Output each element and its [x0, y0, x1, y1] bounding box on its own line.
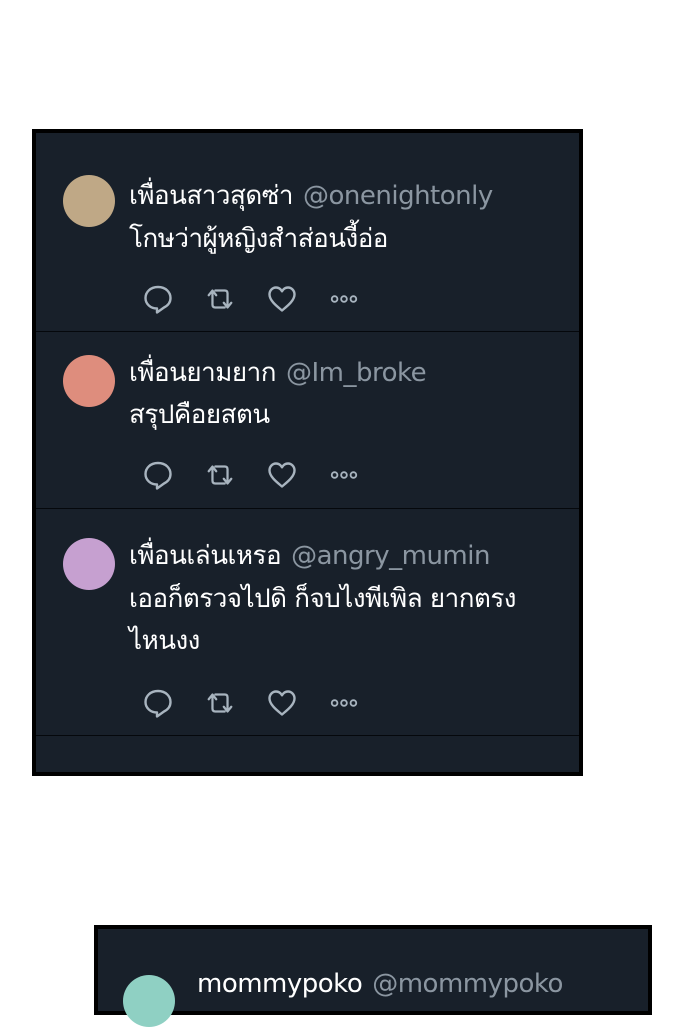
tweet-thread-panel: เพื่อนสาวสุดซ่า @onenightonly โกษว่าผู้หญ… [32, 129, 583, 776]
like-icon[interactable] [266, 687, 298, 719]
avatar[interactable] [123, 975, 175, 1027]
tweet[interactable]: เพื่อนสาวสุดซ่า @onenightonly โกษว่าผู้หญ… [36, 133, 579, 332]
reply-icon[interactable] [142, 283, 174, 315]
like-icon[interactable] [266, 459, 298, 491]
more-icon[interactable] [328, 687, 360, 719]
avatar[interactable] [63, 355, 115, 407]
retweet-icon[interactable] [204, 459, 236, 491]
display-name[interactable]: เพื่อนยามยาก [129, 358, 276, 388]
avatar[interactable] [63, 538, 115, 590]
tweet-header: เพื่อนยามยาก @Im_broke [129, 356, 427, 390]
tweet-header: เพื่อนสาวสุดซ่า @onenightonly [129, 179, 493, 213]
tweet-header: mommypoko @mommypoko [197, 967, 563, 1001]
retweet-icon[interactable] [204, 283, 236, 315]
tweet-text: เออก็ตรวจไปดิ ก็จบไงพีเพิล ยากตรงไหนงง [129, 584, 517, 656]
reply-icon[interactable] [142, 459, 174, 491]
tweet[interactable]: เพื่อนเล่นเหรอ @angry_mumin เออก็ตรวจไปดิ… [36, 509, 579, 736]
user-handle[interactable]: @angry_mumin [291, 541, 490, 571]
tweet-actions [142, 459, 360, 491]
tweet-text: โกษว่าผู้หญิงสำส่อนงี้อ่อ [129, 224, 388, 254]
tweet-header: เพื่อนเล่นเหรอ @angry_mumin [129, 539, 490, 573]
more-icon[interactable] [328, 459, 360, 491]
user-handle[interactable]: @onenightonly [303, 181, 493, 211]
avatar[interactable] [63, 175, 115, 227]
tweet[interactable]: mommypoko @mommypoko [98, 929, 648, 1027]
display-name[interactable]: เพื่อนสาวสุดซ่า [129, 181, 293, 211]
tweet-actions [142, 283, 360, 315]
tweet-actions [142, 687, 360, 719]
like-icon[interactable] [266, 283, 298, 315]
more-icon[interactable] [328, 283, 360, 315]
tweet[interactable]: เพื่อนยามยาก @Im_broke สรุปคือยสตน [36, 332, 579, 509]
user-handle[interactable]: @Im_broke [286, 358, 427, 388]
reply-icon[interactable] [142, 687, 174, 719]
retweet-icon[interactable] [204, 687, 236, 719]
tweet-panel: mommypoko @mommypoko [94, 925, 652, 1027]
display-name[interactable]: เพื่อนเล่นเหรอ [129, 541, 282, 571]
tweet-text: สรุปคือยสตน [129, 400, 270, 430]
user-handle[interactable]: @mommypoko [372, 969, 563, 999]
display-name[interactable]: mommypoko [197, 969, 363, 999]
